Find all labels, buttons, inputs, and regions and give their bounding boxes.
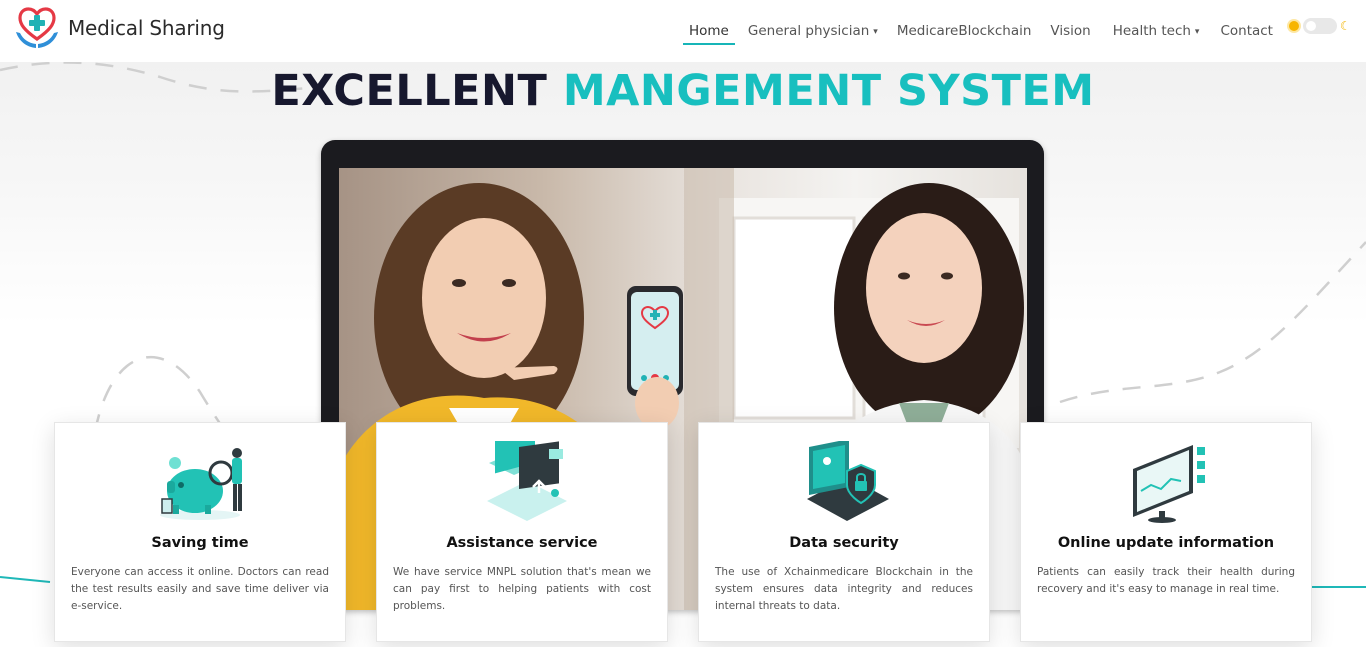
feature-title: Online update information bbox=[1057, 535, 1275, 551]
main-nav: Home General physician ▾ MedicareBlockcha… bbox=[683, 0, 1286, 62]
brand-link[interactable]: Medical Sharing bbox=[14, 6, 225, 50]
hero-title-teal: MANGEMENT SYSTEM bbox=[562, 66, 1095, 116]
nav-medicare-blockchain-label: MedicareBlockchain bbox=[896, 23, 1032, 39]
nav-medicare-blockchain[interactable]: MedicareBlockchain bbox=[891, 17, 1038, 45]
laptop-shield-lock-icon bbox=[807, 441, 889, 521]
feature-card-online-update: Online update information Patients can e… bbox=[1020, 422, 1312, 642]
monitor-dashboard-icon bbox=[1133, 445, 1205, 523]
hero-title: EXCELLENT MANGEMENT SYSTEM bbox=[0, 66, 1366, 116]
nav-health-tech-label: Health tech bbox=[1112, 23, 1191, 39]
chevron-down-icon: ▾ bbox=[1194, 27, 1200, 37]
feature-description: We have service MNPL solution that's mea… bbox=[393, 566, 651, 612]
feature-title: Assistance service bbox=[446, 535, 598, 551]
feature-card-saving-time: Saving time Everyone can access it onlin… bbox=[54, 422, 346, 642]
feature-title: Data security bbox=[789, 535, 899, 551]
nav-vision-label: Vision bbox=[1050, 23, 1091, 39]
navbar: Medical Sharing Home General physician ▾ … bbox=[0, 0, 1366, 62]
chevron-down-icon: ▾ bbox=[873, 27, 878, 37]
hero-title-dark: EXCELLENT bbox=[271, 66, 548, 116]
nav-contact[interactable]: Contact bbox=[1214, 17, 1279, 45]
theme-switch-track[interactable] bbox=[1303, 18, 1337, 34]
feature-description: The use of Xchainmedicare Blockchain in … bbox=[715, 566, 973, 612]
heart-hands-cross-icon bbox=[16, 7, 58, 48]
feature-card-data-security: Data security The use of Xchainmedicare … bbox=[698, 422, 990, 642]
nav-health-tech[interactable]: Health tech ▾ bbox=[1107, 17, 1206, 45]
nav-home[interactable]: Home bbox=[683, 17, 735, 45]
feature-description: Patients can easily track their health d… bbox=[1037, 566, 1295, 595]
feature-description: Everyone can access it online. Doctors c… bbox=[71, 566, 329, 612]
nav-vision[interactable]: Vision bbox=[1044, 17, 1096, 45]
theme-switch-knob bbox=[1306, 21, 1316, 31]
nav-contact-label: Contact bbox=[1220, 23, 1273, 39]
feature-card-assistance-service: Assistance service We have service MNPL … bbox=[376, 422, 668, 642]
nav-home-label: Home bbox=[689, 23, 729, 39]
brand-name: Medical Sharing bbox=[68, 16, 225, 40]
nav-general-physician[interactable]: General physician ▾ bbox=[742, 17, 884, 45]
nav-general-physician-label: General physician bbox=[747, 23, 870, 39]
theme-toggle[interactable]: ☾ bbox=[1289, 17, 1351, 35]
moon-icon: ☾ bbox=[1340, 19, 1351, 33]
feature-title: Saving time bbox=[151, 535, 249, 551]
sun-icon bbox=[1289, 21, 1299, 31]
folder-upload-icon bbox=[487, 441, 567, 521]
piggy-bank-icon bbox=[160, 448, 242, 520]
